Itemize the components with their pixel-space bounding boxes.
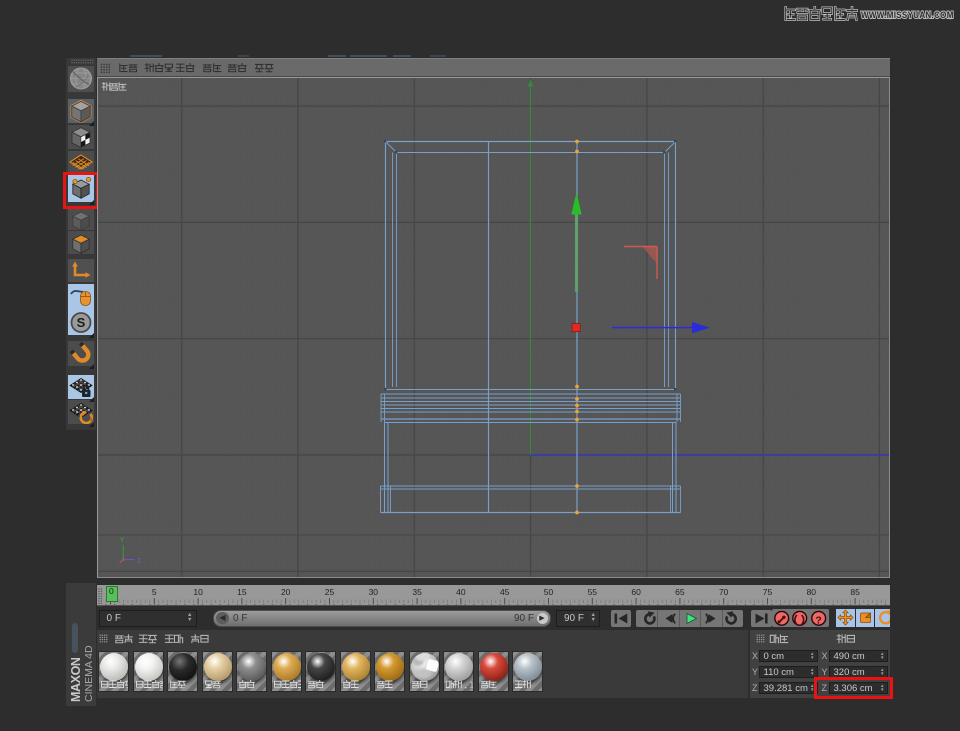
svg-text:10: 10 bbox=[193, 587, 203, 597]
svg-text:30: 30 bbox=[369, 587, 379, 597]
svg-text:70: 70 bbox=[719, 587, 729, 597]
svg-text:60: 60 bbox=[631, 587, 641, 597]
svg-text:S: S bbox=[77, 315, 86, 330]
svg-text:Y: Y bbox=[120, 535, 125, 544]
svg-text:?: ? bbox=[815, 615, 821, 626]
svg-text:50: 50 bbox=[544, 587, 554, 597]
svg-text:15: 15 bbox=[237, 587, 247, 597]
svg-text:80: 80 bbox=[807, 587, 817, 597]
svg-text:Z: Z bbox=[137, 558, 141, 565]
svg-text:55: 55 bbox=[588, 587, 598, 597]
svg-text:75: 75 bbox=[763, 587, 773, 597]
svg-text:25: 25 bbox=[325, 587, 335, 597]
svg-text:65: 65 bbox=[675, 587, 685, 597]
svg-text:5: 5 bbox=[152, 587, 157, 597]
svg-text:1: 1 bbox=[470, 680, 474, 690]
svg-text:85: 85 bbox=[850, 587, 860, 597]
svg-text:40: 40 bbox=[456, 587, 466, 597]
svg-text:35: 35 bbox=[412, 587, 422, 597]
svg-text:20: 20 bbox=[281, 587, 291, 597]
svg-text:45: 45 bbox=[500, 587, 510, 597]
